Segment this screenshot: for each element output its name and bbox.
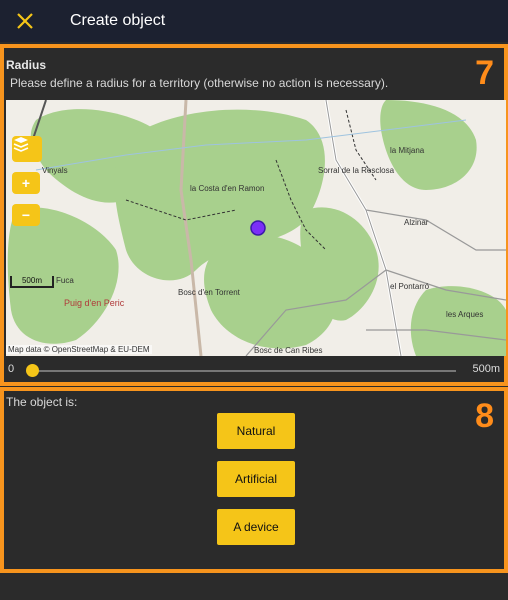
- slider-min-label: 0: [8, 363, 15, 375]
- close-button[interactable]: [14, 10, 36, 32]
- map-place-label: Vinyals: [42, 166, 68, 175]
- bottom-bar: [0, 576, 508, 600]
- map-place-label: la Costa d'en Ramon: [190, 184, 265, 193]
- map-place-label: Bosc d'en Torrent: [178, 288, 240, 297]
- step-badge-radius: 7: [475, 54, 494, 92]
- layers-icon: [13, 137, 29, 152]
- map-scale-bar: 500m: [10, 276, 54, 288]
- territory-map[interactable]: + − Vinyals la Costa d'en Ramon Sorral d…: [6, 100, 506, 356]
- map-place-label: Puig d'en Peric: [64, 298, 125, 308]
- map-place-label: la Mitjana: [390, 146, 425, 155]
- page-title: Create object: [70, 12, 166, 29]
- device-button[interactable]: A device: [217, 509, 295, 545]
- zoom-out-button[interactable]: −: [12, 204, 40, 226]
- map-place-label: el Pontarró: [390, 282, 430, 291]
- radius-slider[interactable]: 0 500m: [4, 358, 504, 384]
- slider-thumb[interactable]: [26, 364, 39, 377]
- zoom-in-button[interactable]: +: [12, 172, 40, 194]
- map-tiles: [6, 100, 506, 356]
- slider-max-label: 500m: [472, 363, 500, 375]
- natural-button[interactable]: Natural: [217, 413, 295, 449]
- map-place-label: les Arques: [446, 310, 484, 319]
- map-place-label: Fuca: [56, 276, 74, 285]
- map-place-label: Sorral de la Resclosa: [318, 166, 395, 175]
- object-type-panel: 8 The object is: Natural Artificial A de…: [0, 387, 508, 573]
- radius-panel: 7 Radius Please define a radius for a te…: [0, 44, 508, 386]
- object-type-label: The object is:: [6, 395, 78, 409]
- map-place-label: Bosc de Can Ribes: [254, 346, 323, 355]
- radius-help-text: Please define a radius for a territory (…: [10, 76, 389, 90]
- map-place-label: Alzinar: [404, 218, 429, 227]
- step-badge-object: 8: [475, 397, 494, 435]
- location-marker: [250, 220, 266, 236]
- close-icon: [17, 13, 33, 29]
- map-layers-button[interactable]: [12, 136, 42, 162]
- artificial-button[interactable]: Artificial: [217, 461, 295, 497]
- map-attribution: Map data © OpenStreetMap & EU-DEM: [6, 345, 152, 354]
- top-app-bar: Create object: [0, 0, 508, 42]
- slider-track[interactable]: [32, 370, 456, 372]
- radius-label: Radius: [6, 58, 47, 72]
